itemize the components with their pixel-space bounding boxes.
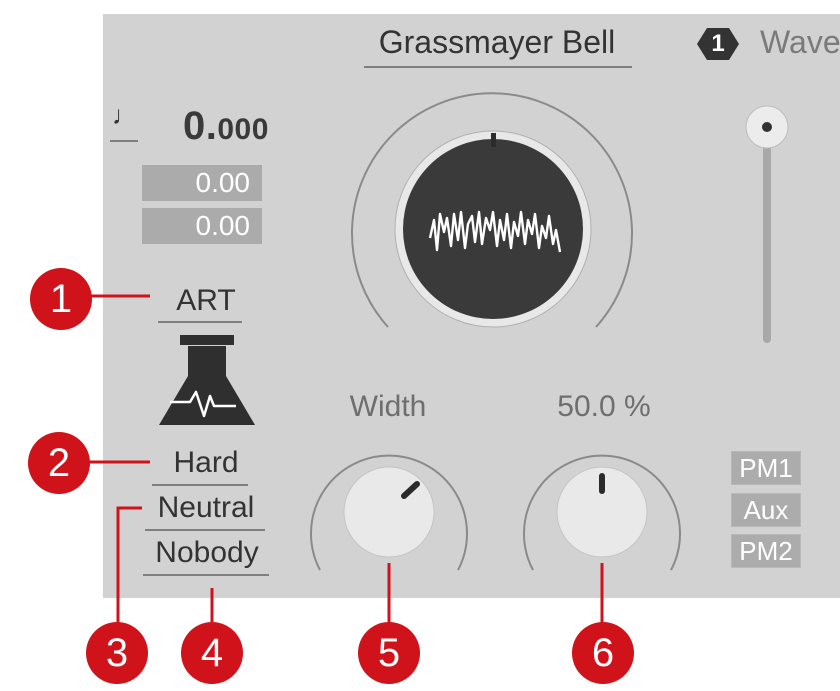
- category-underline: [158, 321, 242, 323]
- mix-label: 50.0 %: [557, 390, 651, 423]
- mood-underline: [145, 529, 265, 531]
- value-field-2[interactable]: 0.00: [142, 208, 262, 244]
- callout-5: 5: [358, 622, 420, 684]
- callout-2: 2: [28, 432, 90, 494]
- title-underline: [364, 66, 632, 68]
- callout-6: 6: [572, 622, 634, 684]
- preset-title[interactable]: Grassmayer Bell: [362, 24, 632, 61]
- pm1-button[interactable]: PM1: [731, 451, 801, 485]
- callout-1: 1: [30, 268, 92, 330]
- callout-4: 4: [181, 622, 243, 684]
- aux-button[interactable]: Aux: [731, 493, 801, 527]
- slot-label[interactable]: Wave: [760, 24, 840, 61]
- note-underline: [110, 140, 138, 142]
- width-label: Width: [349, 390, 427, 423]
- pm2-button[interactable]: PM2: [731, 534, 801, 568]
- character-label[interactable]: Hard: [154, 446, 258, 480]
- character-underline: [152, 484, 248, 486]
- author-label[interactable]: Nobody: [140, 536, 274, 570]
- note-icon[interactable]: ♩: [112, 100, 138, 131]
- category-label[interactable]: ART: [156, 284, 256, 318]
- slot-number: 1: [711, 30, 725, 57]
- author-underline: [143, 574, 269, 576]
- callout-3: 3: [86, 622, 148, 684]
- value-field-1[interactable]: 0.00: [142, 165, 262, 201]
- tempo-value[interactable]: 0.000: [183, 104, 269, 149]
- mood-label[interactable]: Neutral: [144, 491, 268, 525]
